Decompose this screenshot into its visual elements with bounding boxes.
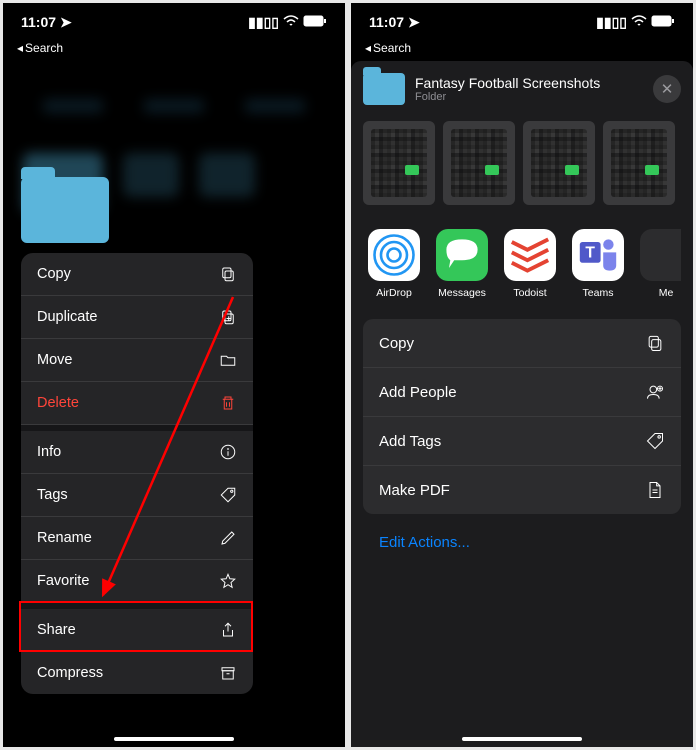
menu-item-rename[interactable]: Rename — [21, 517, 253, 560]
status-bar: 11:07 ➤ ▮▮▯▯ — [351, 3, 693, 41]
menu-item-label: Copy — [37, 266, 71, 282]
context-menu: Copy Duplicate Move Delete Info Tags Rename Fav… — [21, 253, 253, 694]
menu-item-delete[interactable]: Delete — [21, 382, 253, 425]
folder-icon — [219, 351, 237, 369]
info-icon — [219, 443, 237, 461]
menu-item-label: Rename — [37, 530, 92, 546]
action-copy[interactable]: Copy — [363, 319, 681, 368]
archive-icon — [219, 664, 237, 682]
action-label: Add Tags — [379, 433, 441, 450]
menu-item-label: Compress — [37, 665, 103, 681]
location-icon: ➤ — [408, 14, 420, 31]
share-app-airdrop[interactable]: AirDrop — [363, 229, 425, 299]
menu-item-label: Move — [37, 352, 72, 368]
action-label: Add People — [379, 384, 457, 401]
actions-group: Copy Add People Add Tags Make PDF — [363, 319, 681, 514]
signal-icon: ▮▮▯▯ — [596, 14, 627, 31]
back-search[interactable]: Search — [351, 41, 693, 55]
signal-icon: ▮▮▯▯ — [248, 14, 279, 31]
copy-icon — [645, 333, 665, 353]
status-time: 11:07 — [21, 14, 56, 30]
duplicate-icon — [219, 308, 237, 326]
app-label: AirDrop — [363, 287, 425, 299]
share-app-more[interactable]: Me — [635, 229, 681, 299]
menu-item-favorite[interactable]: Favorite — [21, 560, 253, 603]
action-make-pdf[interactable]: Make PDF — [363, 466, 681, 514]
menu-item-duplicate[interactable]: Duplicate — [21, 296, 253, 339]
copy-icon — [219, 265, 237, 283]
sheet-header: Fantasy Football Screenshots Folder ✕ — [363, 73, 681, 105]
app-label: Teams — [567, 287, 629, 299]
back-search-label: Search — [25, 41, 63, 55]
menu-item-compress[interactable]: Compress — [21, 652, 253, 694]
pencil-icon — [219, 529, 237, 547]
share-icon — [219, 621, 237, 639]
back-search-label: Search — [373, 41, 411, 55]
status-time: 11:07 — [369, 14, 404, 30]
battery-icon — [651, 14, 675, 30]
thumbnail[interactable] — [523, 121, 595, 205]
person-add-icon — [645, 382, 665, 402]
app-label: Me — [635, 287, 681, 299]
menu-item-share[interactable]: Share — [21, 603, 253, 652]
doc-icon — [645, 480, 665, 500]
phone-right: 11:07 ➤ ▮▮▯▯ Search Fantasy Football Scr… — [351, 3, 693, 747]
home-indicator[interactable] — [114, 737, 234, 741]
action-label: Make PDF — [379, 482, 450, 499]
action-add-people[interactable]: Add People — [363, 368, 681, 417]
close-button[interactable]: ✕ — [653, 75, 681, 103]
home-indicator[interactable] — [462, 737, 582, 741]
thumbnail[interactable] — [363, 121, 435, 205]
star-icon — [219, 572, 237, 590]
menu-item-label: Tags — [37, 487, 68, 503]
svg-text:T: T — [585, 245, 595, 262]
wifi-icon — [283, 14, 299, 30]
share-app-teams[interactable]: T Teams — [567, 229, 629, 299]
menu-item-copy[interactable]: Copy — [21, 253, 253, 296]
menu-item-info[interactable]: Info — [21, 425, 253, 474]
app-label: Messages — [431, 287, 493, 299]
menu-item-label: Favorite — [37, 573, 89, 589]
selected-folder-icon — [21, 177, 109, 243]
menu-item-label: Share — [37, 622, 76, 638]
action-add-tags[interactable]: Add Tags — [363, 417, 681, 466]
thumbnail[interactable] — [443, 121, 515, 205]
thumbnails-row — [363, 121, 681, 205]
folder-icon — [363, 73, 405, 105]
menu-item-label: Info — [37, 444, 61, 460]
action-label: Copy — [379, 335, 414, 352]
menu-item-label: Delete — [37, 395, 79, 411]
thumbnail[interactable] — [603, 121, 675, 205]
phone-left: 11:07 ➤ ▮▮▯▯ Search Copy Duplicate Move Del… — [3, 3, 345, 747]
menu-item-tags[interactable]: Tags — [21, 474, 253, 517]
tag-icon — [645, 431, 665, 451]
trash-icon — [219, 394, 237, 412]
sheet-subtitle: Folder — [415, 91, 643, 103]
battery-icon — [303, 14, 327, 30]
edit-actions-link[interactable]: Edit Actions... — [363, 530, 681, 555]
back-search[interactable]: Search — [3, 41, 345, 55]
menu-item-label: Duplicate — [37, 309, 97, 325]
wifi-icon — [631, 14, 647, 30]
sheet-title: Fantasy Football Screenshots — [415, 75, 643, 91]
app-label: Todoist — [499, 287, 561, 299]
share-sheet: Fantasy Football Screenshots Folder ✕ Ai… — [351, 61, 693, 747]
share-apps-row: AirDrop Messages Todoist T Teams Me — [363, 229, 681, 299]
location-icon: ➤ — [60, 14, 72, 31]
share-app-messages[interactable]: Messages — [431, 229, 493, 299]
menu-item-move[interactable]: Move — [21, 339, 253, 382]
status-bar: 11:07 ➤ ▮▮▯▯ — [3, 3, 345, 41]
share-app-todoist[interactable]: Todoist — [499, 229, 561, 299]
tag-icon — [219, 486, 237, 504]
